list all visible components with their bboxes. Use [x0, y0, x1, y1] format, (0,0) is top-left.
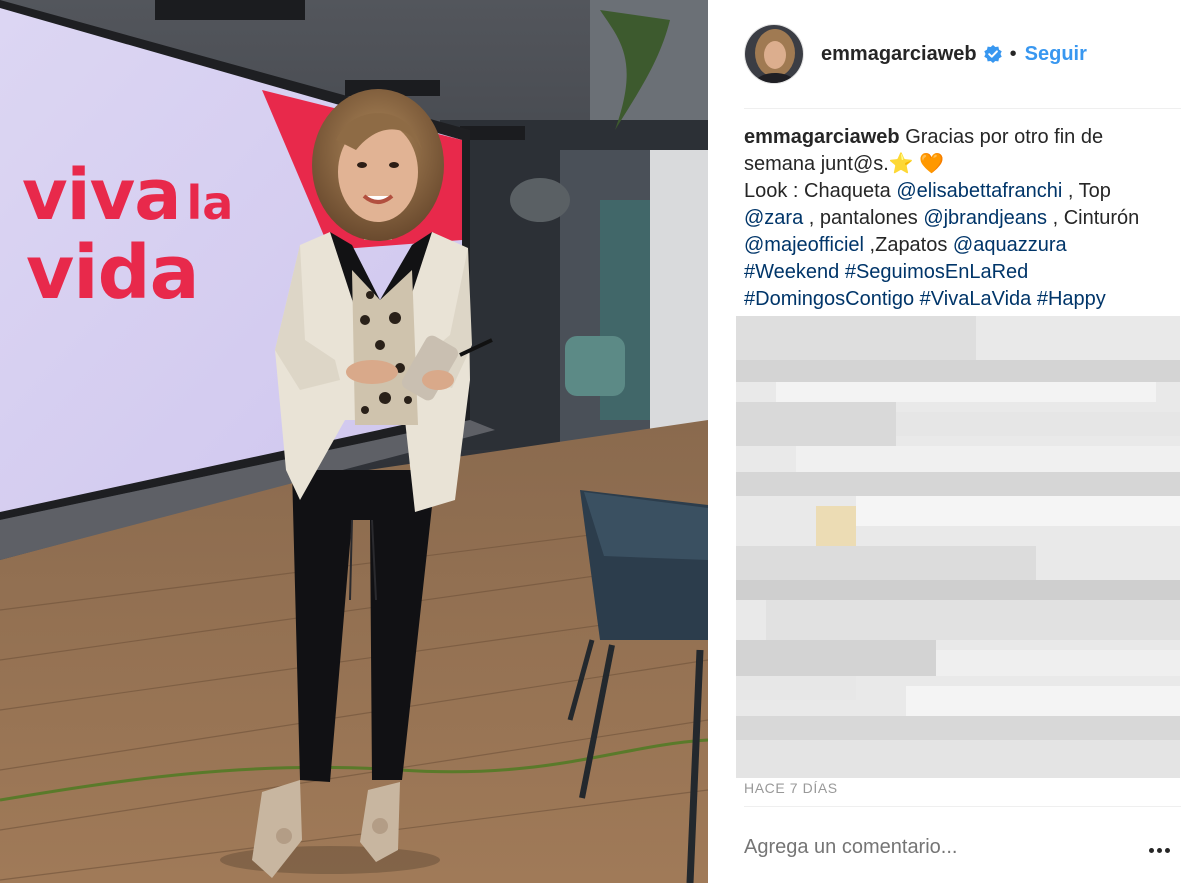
- hashtag-link[interactable]: #Happy: [1037, 288, 1106, 310]
- show-logo: viva la vida: [22, 160, 233, 310]
- caption-text: , pantalones: [803, 207, 924, 229]
- comment-input[interactable]: [744, 836, 1124, 859]
- caption-text: Look : Chaqueta: [744, 180, 897, 202]
- caption-line: semana junt@s.⭐ 🧡: [744, 151, 1180, 178]
- mention-link[interactable]: @aquazzura: [953, 234, 1067, 256]
- avatar-image: [745, 25, 803, 83]
- logo-word-vida: vida: [26, 230, 200, 316]
- hashtag-link[interactable]: #DomingosContigo: [744, 288, 914, 310]
- instagram-post: viva la vida emmagarciaweb • Seguir emma…: [0, 0, 1200, 883]
- caption-text: semana junt@s.: [744, 153, 889, 175]
- post-timestamp[interactable]: HACE 7 DÍAS: [744, 780, 838, 796]
- caption-line: Look : Chaqueta @elisabettafranchi , Top: [744, 178, 1180, 205]
- hashtag-link[interactable]: #VivaLaVida: [920, 288, 1032, 310]
- post-details-panel: emmagarciaweb • Seguir emmagarciaweb Gra…: [708, 0, 1200, 883]
- follow-button[interactable]: Seguir: [1025, 43, 1087, 66]
- caption-author-link[interactable]: emmagarciaweb: [744, 126, 900, 148]
- post-header: emmagarciaweb • Seguir: [744, 22, 1180, 86]
- studio-scene: [0, 0, 708, 883]
- mention-link[interactable]: @zara: [744, 207, 803, 229]
- pixelated-comments: [736, 316, 1180, 778]
- logo-word-viva: viva: [22, 154, 181, 236]
- header-divider: [744, 108, 1181, 109]
- ellipsis-icon[interactable]: [1144, 837, 1174, 863]
- username-link[interactable]: emmagarciaweb: [821, 43, 977, 66]
- mention-link[interactable]: @jbrandjeans: [923, 207, 1047, 229]
- star-emoji-icon: ⭐: [888, 153, 914, 175]
- caption-text: Gracias por otro fin de: [905, 126, 1104, 148]
- caption-line: #Weekend #SeguimosEnLaRed: [744, 259, 1180, 286]
- caption-text: ,Zapatos: [863, 234, 953, 256]
- separator-dot: •: [1009, 42, 1017, 65]
- orange-heart-emoji-icon: 🧡: [919, 153, 945, 175]
- comment-divider: [744, 806, 1181, 807]
- caption-text: , Cinturón: [1047, 207, 1140, 229]
- caption-line: emmagarciaweb Gracias por otro fin de: [744, 124, 1180, 151]
- mention-link[interactable]: @elisabettafranchi: [896, 180, 1062, 202]
- caption-line: @majeofficiel ,Zapatos @aquazzura: [744, 232, 1180, 259]
- post-caption: emmagarciaweb Gracias por otro fin de se…: [744, 124, 1180, 313]
- caption-line: @zara , pantalones @jbrandjeans , Cintur…: [744, 205, 1180, 232]
- mention-link[interactable]: @majeofficiel: [744, 234, 864, 256]
- logo-word-la: la: [186, 176, 234, 230]
- avatar[interactable]: [744, 24, 804, 84]
- caption-line: #DomingosContigo #VivaLaVida #Happy: [744, 286, 1180, 313]
- hashtag-link[interactable]: #Weekend: [744, 261, 839, 283]
- verified-badge-icon: [983, 44, 1003, 64]
- caption-text: , Top: [1062, 180, 1111, 202]
- post-photo[interactable]: viva la vida: [0, 0, 708, 883]
- hashtag-link[interactable]: #SeguimosEnLaRed: [845, 261, 1028, 283]
